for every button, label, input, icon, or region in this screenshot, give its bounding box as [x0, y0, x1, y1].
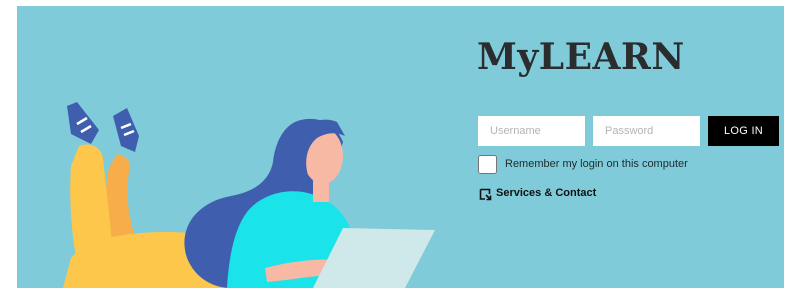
woman-with-laptop-illustration — [63, 102, 435, 288]
services-contact-label: Services & Contact — [496, 186, 597, 199]
services-contact-link[interactable]: Services & Contact — [479, 186, 597, 201]
username-input[interactable] — [478, 116, 585, 146]
remember-login-checkbox[interactable] — [478, 155, 497, 174]
password-input[interactable] — [593, 116, 700, 146]
mylearn-logo: MyLEARN — [477, 36, 685, 78]
login-button[interactable]: LOG IN — [708, 116, 779, 146]
remember-login-label: Remember my login on this computer — [505, 158, 688, 170]
login-hero: MyLEARN LOG IN Remember my login on this… — [17, 6, 784, 288]
external-link-icon — [479, 186, 492, 201]
